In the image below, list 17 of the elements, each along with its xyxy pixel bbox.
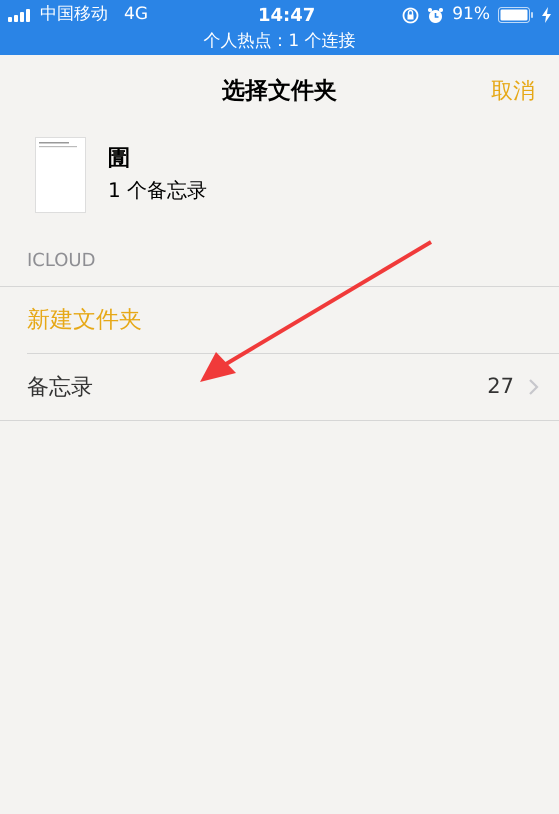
rotation-lock-icon [402,6,420,24]
new-folder-button[interactable]: 新建文件夹 [27,302,142,338]
chevron-icon [528,378,539,396]
folder-name: 备忘录 [27,374,93,402]
section-header: ICLOUD [27,249,96,273]
clock: 14:47 [258,4,316,28]
battery-percent: 91% [452,3,490,26]
folder-count: 27 [487,373,514,400]
cancel-button[interactable]: 取消 [491,74,535,108]
note-count: 1 个备忘录 [108,177,208,204]
charging-icon [542,7,551,23]
carrier-name: 中国移动 [40,3,108,26]
alarm-icon [427,6,444,24]
nav-title: 选择文件夹 [222,76,337,106]
note-title: 圊 [108,145,131,173]
network-type: 4G [124,3,148,26]
battery-icon [498,7,534,23]
